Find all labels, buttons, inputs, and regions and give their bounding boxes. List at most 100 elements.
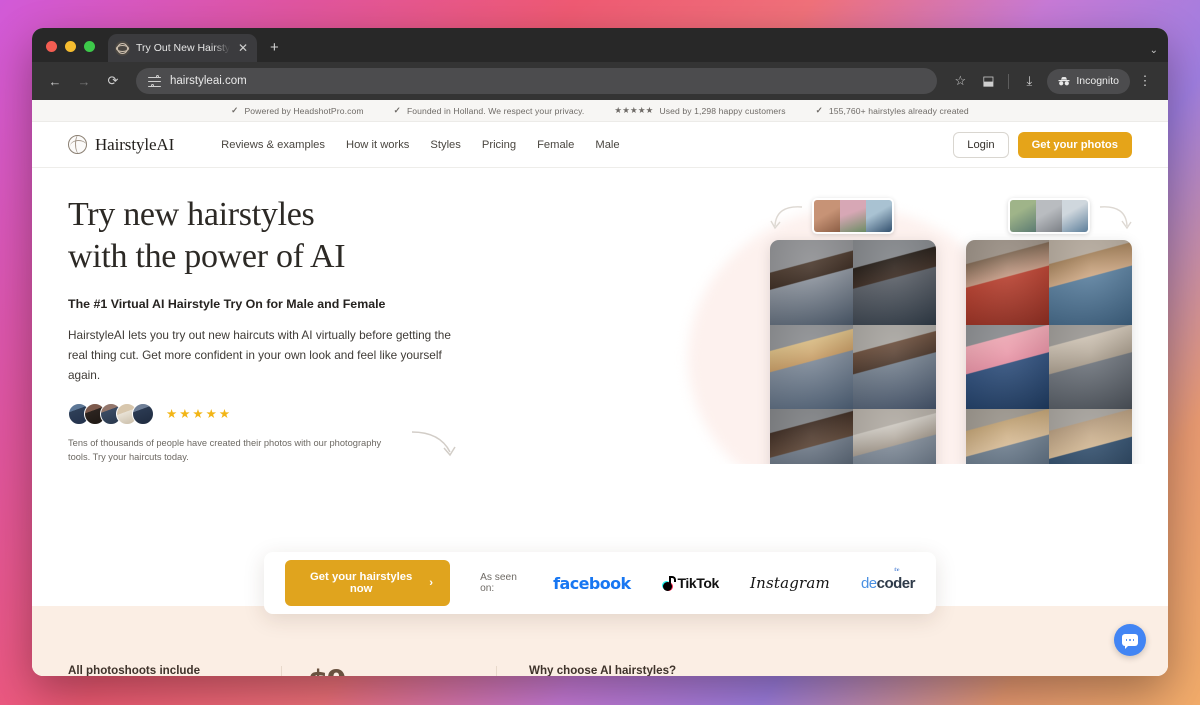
headline-line-1: Try new hairstyles (68, 196, 315, 233)
trust-text: 155,760+ hairstyles already created (828, 105, 969, 116)
site-settings-icon[interactable] (148, 74, 161, 88)
get-your-photos-button[interactable]: Get your photos (1017, 131, 1132, 158)
nav-item-how-it-works[interactable]: How it works (346, 139, 409, 151)
decoder-de: de (860, 574, 877, 592)
bookmark-star-icon[interactable]: ☆ (947, 68, 973, 94)
result-photo (770, 409, 853, 464)
incognito-icon (1058, 76, 1070, 86)
nav-item-styles[interactable]: Styles (430, 139, 460, 151)
photoshoots-include-column: All photoshoots include ✓ 30 unique hair… (68, 664, 282, 676)
curved-arrow-icon (1099, 206, 1132, 230)
thumbnail (814, 200, 840, 232)
trust-item-headshotpro: ✓ Powered by HeadshotPro.com (231, 106, 363, 116)
trust-item-created: ✓ 155,760+ hairstyles already created (816, 106, 969, 116)
instagram-logo: Instagram (749, 574, 830, 592)
minimize-window-button[interactable] (65, 41, 76, 52)
split-view-icon[interactable]: ⬓ (975, 68, 1001, 94)
tiktok-note-icon (661, 575, 676, 591)
stars-icon: ★★★★★ (614, 105, 654, 115)
hero-copy: Try new hairstyles with the power of AI … (68, 194, 468, 464)
result-photo (770, 240, 853, 325)
result-photo (1049, 409, 1132, 464)
column-title: Why choose AI hairstyles? (529, 664, 677, 676)
thumbnail (840, 200, 866, 232)
decoder-coder: coder (876, 574, 916, 592)
check-icon: ✓ (393, 105, 401, 116)
tab-favicon (115, 40, 130, 56)
social-proof: ★★★★★ (68, 402, 468, 425)
hero-subheadline: The #1 Virtual AI Hairstyle Try On for M… (68, 297, 386, 312)
toolbar-actions: ☆ ⬓ ⤓ Incognito ⋮ (947, 68, 1158, 94)
why-choose-column: Why choose AI hairstyles? ✓ Indistinguis… (497, 664, 757, 676)
curved-arrow-icon (770, 206, 803, 230)
nav-item-pricing[interactable]: Pricing (482, 139, 516, 151)
result-photo (1049, 324, 1132, 410)
price-label: one-time payment (361, 675, 447, 676)
decoder-logo: the decoder (860, 568, 916, 592)
headline-line-2: with the power of AI (68, 238, 346, 276)
chevron-right-icon: › (429, 577, 434, 589)
incognito-label: Incognito (1076, 75, 1119, 87)
nav-item-male[interactable]: Male (595, 139, 619, 151)
browser-tab[interactable]: Try Out New Hairstyles With A ✕ (108, 34, 257, 62)
login-button[interactable]: Login (953, 131, 1009, 158)
facebook-logo: facebook (553, 573, 631, 593)
browser-toolbar: ← → ⟳ hairstyleai.com ☆ ⬓ ⤓ Incognito ⋮ (32, 62, 1168, 100)
tiktok-logo: TikTok (661, 575, 720, 591)
toolbar-divider (1008, 73, 1010, 89)
site-navbar: HairstyleAI Reviews & examples How it wo… (32, 122, 1168, 168)
trust-item-privacy: ✓ Founded in Holland. We respect your pr… (394, 106, 585, 116)
get-your-hairstyles-now-button[interactable]: Get your hairstyles now › (285, 560, 451, 606)
result-photo (1049, 240, 1132, 325)
thumbnail (1036, 200, 1062, 232)
result-photo (853, 240, 936, 325)
rating-stars-icon: ★★★★★ (166, 407, 233, 422)
reload-icon[interactable]: ⟳ (100, 68, 126, 94)
chevron-down-icon[interactable]: ⌄ (1150, 45, 1158, 56)
close-window-button[interactable] (46, 41, 57, 52)
back-icon[interactable]: ← (42, 68, 68, 94)
check-icon: ✓ (231, 105, 239, 116)
incognito-indicator[interactable]: Incognito (1047, 68, 1130, 94)
male-source-thumbnails (812, 198, 894, 234)
hero-social-note: Tens of thousands of people have created… (68, 437, 382, 462)
chat-bubble-icon (1122, 634, 1138, 649)
curved-arrow-icon (411, 431, 456, 457)
thumbnail (1010, 200, 1036, 232)
female-result-grid (966, 240, 1132, 464)
chat-widget-button[interactable] (1114, 624, 1146, 656)
pricing-column: $9 one-time payment 1 HOUR DONE fast tur… (282, 664, 497, 676)
tiktok-label: TikTok (677, 575, 720, 591)
as-seen-on-label: As seen on: (480, 572, 517, 594)
result-photo (966, 409, 1049, 464)
trust-text: Powered by HeadshotPro.com (244, 105, 364, 116)
window-controls[interactable] (32, 41, 95, 62)
brand-logo[interactable]: HairstyleAI (68, 135, 174, 155)
features-band: All photoshoots include ✓ 30 unique hair… (32, 606, 1168, 676)
close-tab-icon[interactable]: ✕ (236, 42, 250, 54)
press-logos: facebook TikTok Instagram the decoder (553, 568, 916, 593)
thumbnail (1062, 200, 1088, 232)
forward-icon[interactable]: → (71, 68, 97, 94)
cta-card: Get your hairstyles now › As seen on: fa… (264, 552, 936, 614)
result-photo (853, 324, 936, 410)
new-tab-icon[interactable]: + (270, 39, 279, 56)
browser-window: Try Out New Hairstyles With A ✕ + ⌄ ← → … (32, 28, 1168, 676)
browser-menu-icon[interactable]: ⋮ (1132, 68, 1158, 94)
maximize-window-button[interactable] (84, 41, 95, 52)
address-bar[interactable]: hairstyleai.com (136, 68, 938, 94)
address-bar-url: hairstyleai.com (170, 75, 247, 87)
decoder-the: the (894, 567, 899, 573)
price-amount: $9 (308, 664, 347, 676)
avatar-group (68, 402, 154, 425)
check-icon: ✓ (815, 105, 823, 116)
female-source-thumbnails (1008, 198, 1090, 234)
brand-name: HairstyleAI (95, 134, 175, 154)
trust-bar: ✓ Powered by HeadshotPro.com ✓ Founded i… (32, 100, 1168, 122)
price-row: $9 one-time payment (308, 664, 497, 676)
download-icon[interactable]: ⤓ (1016, 68, 1042, 94)
nav-links: Reviews & examples How it works Styles P… (221, 139, 619, 151)
nav-item-reviews[interactable]: Reviews & examples (221, 139, 325, 151)
nav-item-female[interactable]: Female (537, 139, 574, 151)
male-result-grid (770, 240, 936, 464)
